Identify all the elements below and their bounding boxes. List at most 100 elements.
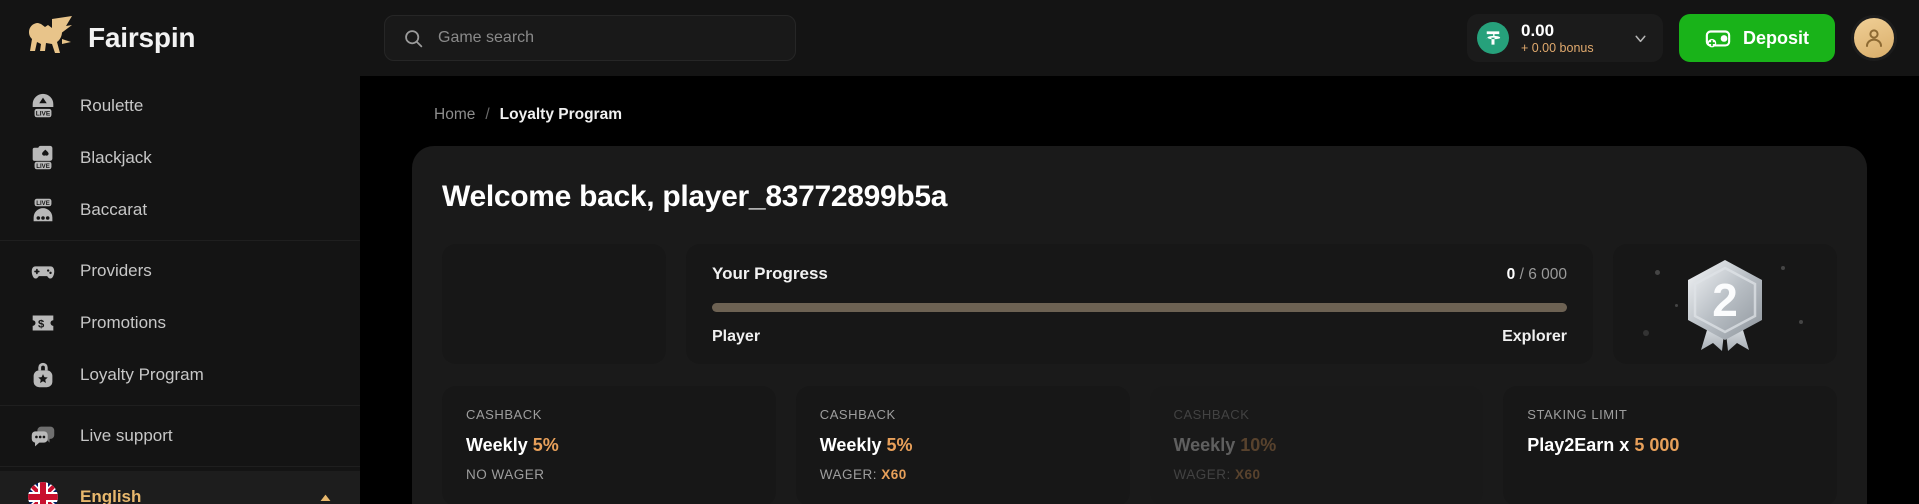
search-box[interactable] [384, 15, 796, 61]
card-main-prefix: Play2Earn x [1527, 435, 1630, 455]
svg-text:LIVE: LIVE [36, 163, 50, 170]
sidebar-group-live: LIVE Roulette LIVE Blackjack LIVE Baccar… [0, 76, 360, 240]
card-sub: WAGER: X60 [1174, 467, 1460, 482]
uk-flag-icon [26, 480, 60, 504]
card-sub: NO WAGER [466, 467, 752, 482]
progress-bar [712, 303, 1567, 312]
sidebar-item-label: Live support [80, 426, 173, 445]
top-bar: Fairspin 0.00 + 0.00 bonus [0, 0, 1919, 76]
deposit-button[interactable]: Deposit [1678, 14, 1835, 62]
sidebar-item-label: Providers [80, 261, 152, 280]
top-bar-right: 0.00 + 0.00 bonus Deposit [1466, 14, 1919, 62]
card-main: Weekly 5% [466, 435, 752, 456]
card-main-prefix: Weekly [819, 435, 882, 455]
main-content: Home / Loyalty Program Welcome back, pla… [360, 76, 1919, 504]
wallet-money-icon [1705, 30, 1731, 48]
rank-next: Explorer [1502, 328, 1567, 345]
card-kicker: CASHBACK [1173, 407, 1250, 422]
page-body: LIVE Roulette LIVE Blackjack LIVE Baccar… [0, 76, 1919, 504]
brand-name: Fairspin [88, 22, 196, 53]
chat-bubbles-icon [26, 419, 60, 453]
card-kicker: CASHBACK [466, 407, 542, 422]
sidebar-item-roulette[interactable]: LIVE Roulette [0, 80, 360, 132]
progress-current: 0 [1506, 266, 1516, 283]
winged-lion-logo-icon [29, 16, 72, 53]
card-sub-prefix: NO WAGER [466, 467, 545, 482]
breadcrumb-separator: / [485, 106, 490, 123]
loyalty-star-badge-icon [26, 358, 60, 392]
user-avatar-icon [1866, 29, 1882, 47]
progress-total: / 6 000 [1519, 266, 1567, 283]
baccarat-live-icon: LIVE [26, 193, 60, 227]
benefit-card[interactable]: CASHBACK Weekly 5% WAGER: X60 [795, 386, 1130, 504]
wallet-amounts: 0.00 + 0.00 bonus [1521, 21, 1594, 55]
rank-current: Player [712, 328, 761, 345]
sidebar-item-label: Roulette [80, 96, 144, 115]
svg-text:$: $ [38, 319, 45, 331]
loyalty-panel: Welcome back, player_83772899b5a Your Pr… [412, 146, 1867, 504]
tether-usdt-icon [1476, 22, 1509, 54]
card-main-prefix: Weekly [1173, 435, 1236, 455]
rank-level-number: 2 [1712, 274, 1738, 326]
sidebar-item-promotions[interactable]: $ Promotions [0, 297, 360, 349]
card-main: Play2Earn x 5 000 [1527, 435, 1813, 456]
search-icon [405, 29, 423, 47]
sidebar-item-label: Promotions [80, 313, 166, 332]
language-selector[interactable]: English [0, 471, 360, 504]
chevron-up-icon [320, 494, 331, 501]
wallet-bonus: + 0.00 bonus [1520, 40, 1594, 55]
breadcrumb-current: Loyalty Program [499, 106, 622, 123]
progress-row: Your Progress 0 / 6 000 Player Explorer [442, 244, 1837, 364]
brand-logo[interactable]: Fairspin [0, 15, 360, 61]
benefit-card[interactable]: STAKING LIMIT Play2Earn x 5 000 [1503, 386, 1837, 504]
progress-header: Your Progress 0 / 6 000 [712, 264, 1567, 284]
sidebar-item-label: Baccarat [80, 200, 148, 219]
card-kicker: STAKING LIMIT [1527, 407, 1628, 422]
progress-counter: 0 / 6 000 [1507, 266, 1567, 284]
card-main-accent: 5% [532, 435, 559, 455]
sidebar-item-baccarat[interactable]: LIVE Baccarat [0, 184, 360, 236]
sidebar-item-loyalty-program[interactable]: Loyalty Program [0, 349, 360, 401]
card-main: Weekly 10% [1174, 435, 1460, 456]
card-sub-accent: X60 [881, 467, 907, 482]
chevron-down-icon [1635, 35, 1646, 42]
card-main-prefix: Weekly [466, 435, 528, 455]
sidebar: LIVE Roulette LIVE Blackjack LIVE Baccar… [0, 76, 360, 504]
card-main-accent: 5 000 [1634, 435, 1680, 455]
benefit-card[interactable]: CASHBACK Weekly 5% NO WAGER [442, 386, 776, 504]
wallet-balance-selector[interactable]: 0.00 + 0.00 bonus [1466, 14, 1663, 62]
search-input[interactable] [438, 29, 777, 47]
benefit-cards: CASHBACK Weekly 5% NO WAGER CASHBACK Wee… [442, 386, 1837, 504]
breadcrumb: Home / Loyalty Program [412, 76, 1867, 146]
language-label: English [80, 487, 142, 504]
sidebar-item-live-support[interactable]: Live support [0, 410, 360, 462]
breadcrumb-home[interactable]: Home [434, 106, 475, 124]
roulette-live-icon: LIVE [26, 89, 60, 123]
sidebar-group-language: English [0, 466, 360, 504]
sidebar-group-support: Live support [0, 405, 360, 466]
ticket-icon: $ [26, 306, 60, 340]
user-avatar[interactable] [1851, 15, 1897, 61]
benefit-card-locked: CASHBACK Weekly 10% WAGER: X60 [1149, 386, 1484, 504]
card-main: Weekly 5% [820, 435, 1106, 456]
app-root: Fairspin 0.00 + 0.00 bonus [0, 0, 1919, 504]
wallet-balance: 0.00 [1520, 21, 1555, 41]
sidebar-item-blackjack[interactable]: LIVE Blackjack [0, 132, 360, 184]
silver-hexagon-badge-icon: 2 [1688, 260, 1762, 351]
search-container [384, 15, 796, 61]
card-sub-accent: X60 [1235, 467, 1261, 482]
blackjack-live-icon: LIVE [26, 141, 60, 175]
progress-title: Your Progress [712, 264, 828, 283]
deposit-label: Deposit [1742, 27, 1809, 48]
page-title: Welcome back, player_83772899b5a [442, 180, 948, 213]
progress-card: Your Progress 0 / 6 000 Player Explorer [686, 244, 1593, 364]
card-sub-prefix: WAGER: [819, 467, 878, 482]
gamepad-icon [26, 254, 60, 288]
sidebar-item-label: Loyalty Program [80, 365, 204, 384]
sidebar-item-providers[interactable]: Providers [0, 245, 360, 297]
card-kicker: CASHBACK [819, 407, 896, 422]
card-sub-prefix: WAGER: [1173, 467, 1231, 482]
progress-ranks: Player Explorer [712, 328, 1567, 346]
card-main-accent: 10% [1240, 435, 1277, 455]
svg-text:LIVE: LIVE [36, 200, 50, 207]
